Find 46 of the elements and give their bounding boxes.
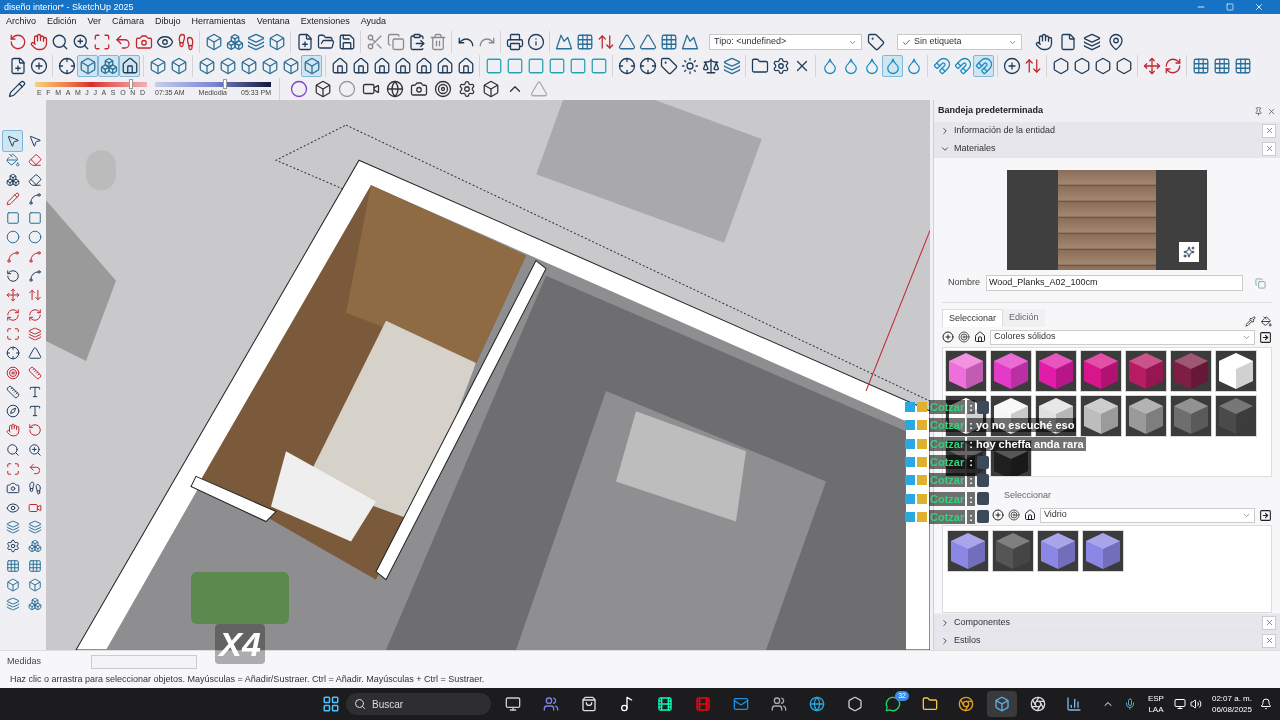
chat-message: :: [967, 400, 975, 415]
chat-username: Cotzar: [929, 436, 966, 451]
menu-item[interactable]: Dibujo: [155, 15, 181, 29]
chat-message: :: [967, 491, 975, 506]
measurements-label: Medidas: [7, 654, 43, 668]
tab[interactable]: Edición: [1003, 309, 1045, 327]
library-dropdown[interactable]: Colores sólidos: [990, 329, 1255, 345]
menu-item[interactable]: Archivo: [6, 15, 36, 29]
chat-message: :: [967, 509, 975, 524]
tab[interactable]: Seleccionar: [996, 489, 1060, 503]
emote-multiplier: X4: [215, 624, 265, 664]
panel-header[interactable]: Información de la entidad: [934, 122, 1280, 140]
panel-title: Estilos: [954, 633, 982, 647]
name-field[interactable]: Wood_Planks_A02_100cm: [986, 275, 1243, 291]
tag-dropdown[interactable]: Sin etiqueta: [897, 34, 1022, 50]
menu-item[interactable]: Herramientas: [191, 15, 246, 29]
panel-header[interactable]: Componentes: [934, 614, 1280, 632]
type-dropdown[interactable]: Tipo: <undefined>: [709, 34, 862, 50]
clock-date: 06/08/2025: [1211, 704, 1252, 715]
window-title: diseño interior* - SketchUp 2025: [4, 2, 135, 12]
panel-title: Materiales: [954, 141, 997, 155]
menu-item[interactable]: Ayuda: [360, 15, 387, 29]
search-field[interactable]: Buscar: [346, 693, 491, 715]
panel-title: Información de la entidad: [954, 123, 1057, 137]
chat-message: :: [967, 455, 975, 470]
menu-item[interactable]: Edición: [47, 15, 77, 29]
panel-header[interactable]: Materiales: [934, 140, 1280, 158]
tab[interactable]: Seleccionar: [942, 309, 1004, 327]
panel-header[interactable]: Estilos: [934, 632, 1280, 650]
menu-item[interactable]: Ventana: [256, 15, 290, 29]
status-text: Haz clic o arrastra para seleccionar objetos. Mayúsculas = Añadir/Sustraer. Ctrl = Añadir. Mayúsculas + Ctrl = Sustraer.: [10, 673, 485, 687]
chat-message: :: [967, 473, 975, 488]
language-label: LAA: [1148, 704, 1164, 715]
tray-title: Bandeja predeterminada: [938, 104, 1045, 118]
library-dropdown[interactable]: Vidrio: [1040, 507, 1255, 523]
chat-username: Cotzar: [929, 509, 966, 524]
menu-item[interactable]: Cámara: [112, 15, 145, 29]
clock-time: 02:07 a. m.: [1211, 693, 1252, 704]
chat-username: Cotzar: [929, 455, 966, 470]
name-label: Nombre: [948, 276, 980, 290]
menu-item[interactable]: Extensiones: [300, 15, 350, 29]
language-label: ESP: [1147, 693, 1164, 704]
chat-username: Cotzar: [929, 473, 966, 488]
menu-item[interactable]: Ver: [87, 15, 102, 29]
panel-title: Componentes: [954, 615, 1012, 629]
chat-username: Cotzar: [929, 491, 966, 506]
